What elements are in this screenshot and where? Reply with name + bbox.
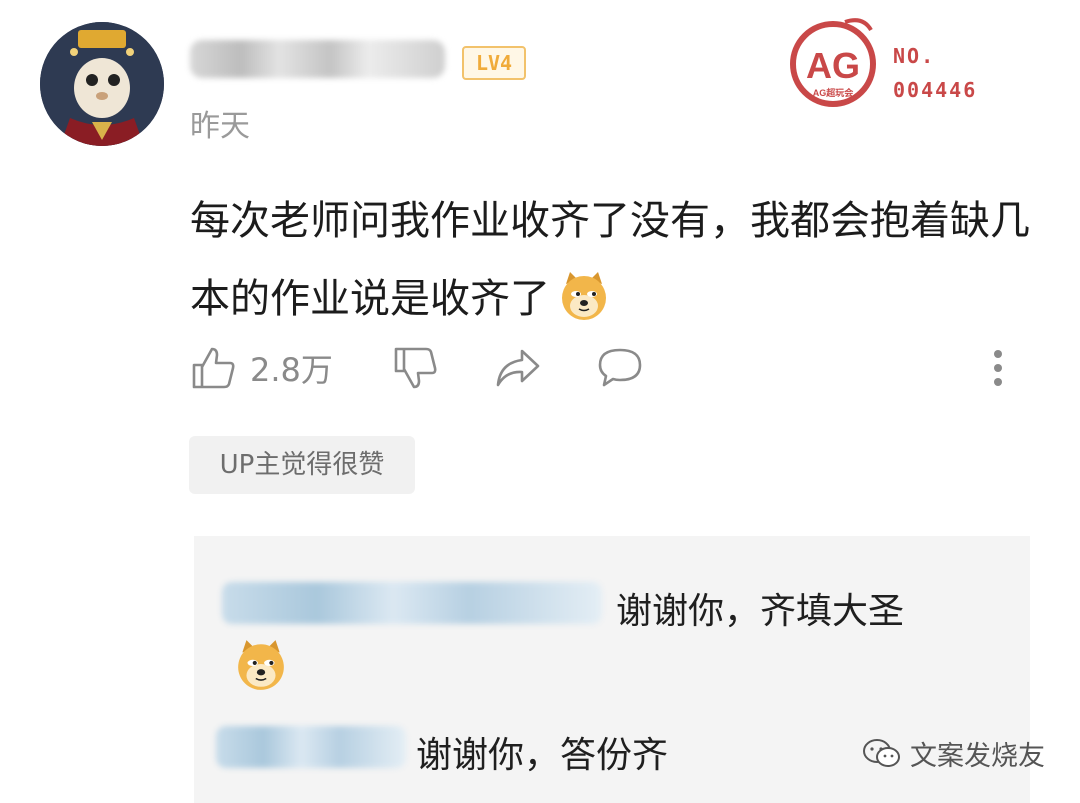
watermark-text: 文案发烧友 [910, 741, 1045, 772]
comment-timestamp: 昨天 [190, 109, 250, 144]
share-icon [496, 349, 540, 387]
reply-text: 谢谢你，齐填大圣 [616, 591, 905, 632]
dislike-button[interactable] [392, 344, 438, 392]
reply-username-blurred[interactable] [216, 726, 406, 768]
more-options-button[interactable] [988, 348, 1008, 392]
ag-logo-text: AG [806, 45, 860, 86]
avatar[interactable] [40, 22, 164, 146]
reply-button[interactable] [596, 344, 644, 392]
ag-logo: AG AG超玩会 [783, 12, 883, 112]
comment-bubble-icon [598, 348, 642, 387]
avatar-image [40, 22, 164, 146]
wechat-icon [863, 738, 900, 767]
more-vertical-icon [994, 350, 1002, 386]
serial-label: NO. [893, 44, 936, 68]
comment-text-block: 每次老师问我作业收齐了没有，我都会抱着缺几本的作业说是收齐了 [190, 182, 1030, 338]
like-button[interactable]: 2.8万 [190, 344, 333, 392]
reply-text: 谢谢你，答份齐 [416, 735, 669, 776]
like-count: 2.8万 [250, 351, 333, 389]
thumbs-down-icon [394, 347, 437, 389]
share-button[interactable] [494, 344, 542, 392]
doge-emoji-icon [238, 640, 284, 690]
reply-username-blurred[interactable] [222, 582, 602, 624]
comment-text: 每次老师问我作业收齐了没有，我都会抱着缺几本的作业说是收齐了 [190, 198, 1030, 322]
serial-number: 004446 [893, 78, 978, 102]
username-blurred[interactable] [190, 40, 445, 78]
level-badge: LV4 [462, 46, 526, 80]
doge-emoji-icon [562, 272, 606, 320]
up-liked-tag: UP主觉得很赞 [189, 436, 415, 494]
thumbs-up-icon [192, 347, 235, 389]
ag-logo-subtext: AG超玩会 [813, 87, 855, 98]
watermark: 文案发烧友 [862, 734, 1045, 773]
